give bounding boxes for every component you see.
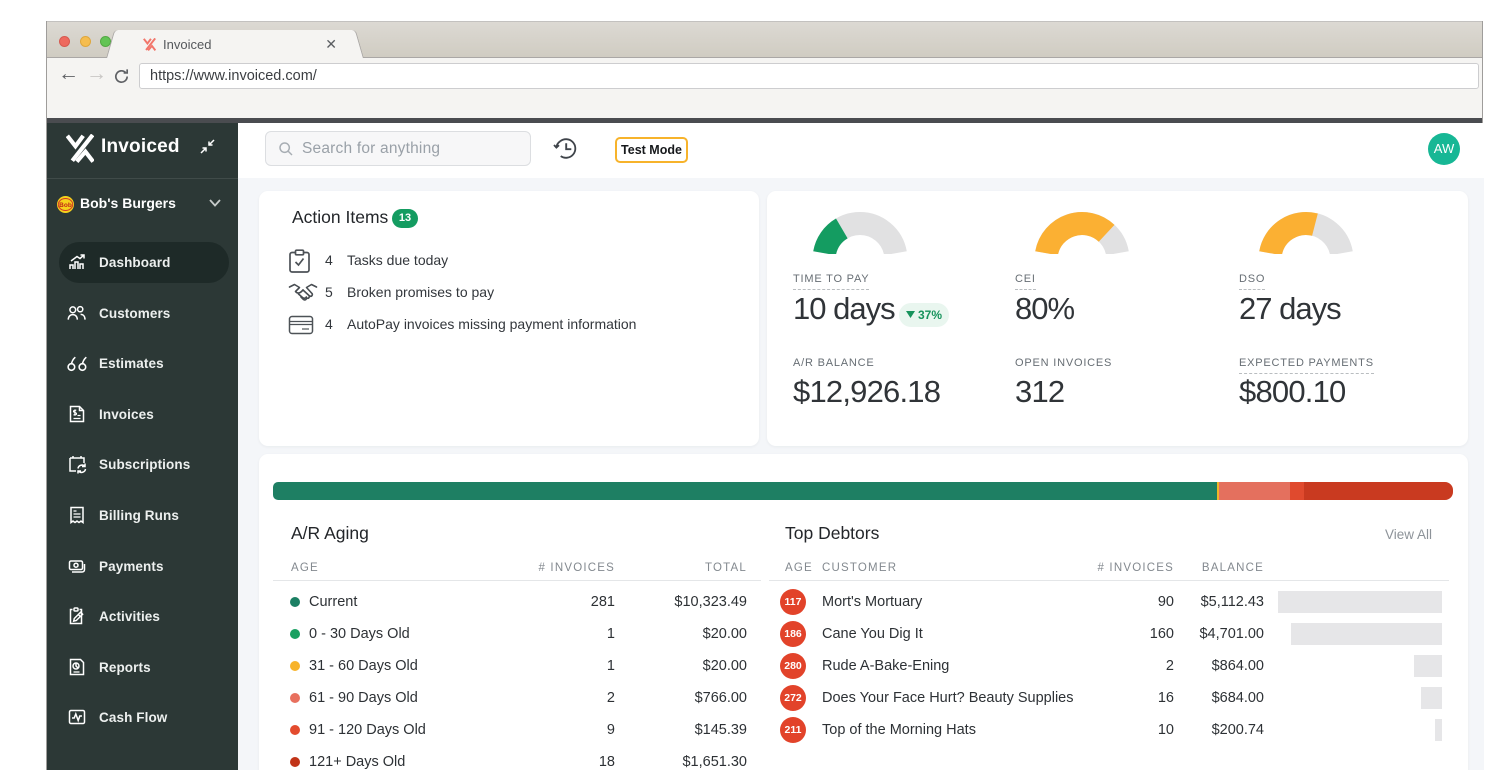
svg-text:Bob: Bob [59, 202, 72, 209]
